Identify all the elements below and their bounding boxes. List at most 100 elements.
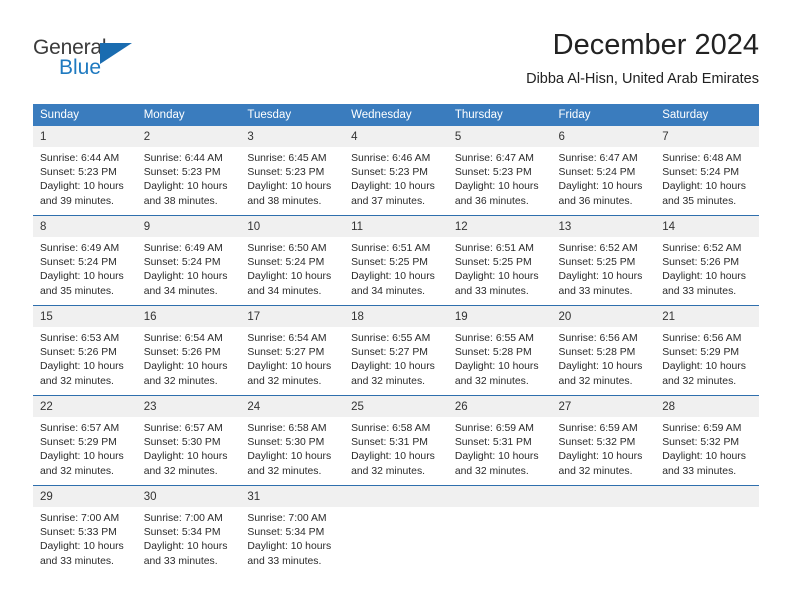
calendar-day-cell[interactable]: 9 Sunrise: 6:49 AM Sunset: 5:24 PM Daylight… <box>136 215 241 306</box>
day-cell-inner: 17 Sunrise: 6:54 AM Sunset: 5:27 PM Dayligh… <box>240 306 345 395</box>
daylight-text-line2: and 33 minutes. <box>40 555 114 567</box>
day-number: 16 <box>136 306 241 327</box>
calendar-day-cell[interactable]: 24 Sunrise: 6:58 AM Sunset: 5:30 PM Dayligh… <box>240 395 345 486</box>
weekday-header-friday: Friday <box>551 104 656 126</box>
generalblue-logo[interactable]: General Blue <box>33 36 153 82</box>
calendar-day-cell[interactable]: 2 Sunrise: 6:44 AM Sunset: 5:23 PM Daylight… <box>136 126 241 216</box>
day-details <box>552 507 656 512</box>
day-details: Sunrise: 6:47 AM Sunset: 5:23 PM Daylight:… <box>448 147 552 209</box>
sunset-text: Sunset: 5:24 PM <box>247 257 325 269</box>
sunrise-text: Sunrise: 6:54 AM <box>143 333 223 344</box>
daylight-text-line1: Daylight: 10 hours <box>454 451 539 463</box>
calendar-week-row: 1 Sunrise: 6:44 AM Sunset: 5:23 PM Daylight… <box>33 126 759 216</box>
daylight-text-line2: and 32 minutes. <box>143 465 218 477</box>
daylight-text-line1: Daylight: 10 hours <box>662 271 746 283</box>
day-details: Sunrise: 7:00 AM Sunset: 5:34 PM Daylight:… <box>240 507 344 569</box>
weekday-header-wednesday: Wednesday <box>344 104 448 126</box>
calendar-day-cell[interactable]: 21 Sunrise: 6:56 AM Sunset: 5:29 PM Dayligh… <box>655 305 759 396</box>
daylight-text-line2: and 32 minutes. <box>351 375 426 387</box>
sunset-text: Sunset: 5:26 PM <box>662 257 740 269</box>
day-details <box>655 507 759 512</box>
weekday-header-thursday: Thursday <box>447 104 552 126</box>
daylight-text-line1: Daylight: 10 hours <box>40 361 124 373</box>
calendar-day-cell[interactable]: 1 Sunrise: 6:44 AM Sunset: 5:23 PM Daylight… <box>33 126 137 216</box>
calendar-day-cell[interactable]: 17 Sunrise: 6:54 AM Sunset: 5:27 PM Dayligh… <box>240 305 345 396</box>
daylight-text-line2: and 33 minutes. <box>143 555 218 567</box>
day-number: 21 <box>655 306 759 327</box>
sunrise-text: Sunrise: 6:55 AM <box>454 333 534 344</box>
calendar-day-cell[interactable]: 31 Sunrise: 7:00 AM Sunset: 5:34 PM Dayligh… <box>240 485 345 575</box>
calendar-day-cell[interactable]: 26 Sunrise: 6:59 AM Sunset: 5:31 PM Dayligh… <box>447 395 552 486</box>
day-details: Sunrise: 6:54 AM Sunset: 5:26 PM Daylight:… <box>137 327 241 389</box>
daylight-text-line2: and 37 minutes. <box>351 195 426 207</box>
daylight-text-line2: and 36 minutes. <box>558 195 633 207</box>
sunset-text: Sunset: 5:31 PM <box>454 437 532 449</box>
calendar-day-cell[interactable]: 8 Sunrise: 6:49 AM Sunset: 5:24 PM Daylight… <box>33 215 137 306</box>
daylight-text-line1: Daylight: 10 hours <box>662 181 746 193</box>
calendar-day-cell[interactable]: 13 Sunrise: 6:52 AM Sunset: 5:25 PM Dayligh… <box>551 215 656 306</box>
day-number: 14 <box>655 216 759 237</box>
day-cell-inner: 15 Sunrise: 6:53 AM Sunset: 5:26 PM Dayligh… <box>33 306 137 395</box>
calendar-day-cell[interactable]: 20 Sunrise: 6:56 AM Sunset: 5:28 PM Dayligh… <box>551 305 656 396</box>
day-number: 10 <box>240 216 345 237</box>
daylight-text-line1: Daylight: 10 hours <box>351 451 435 463</box>
daylight-text-line2: and 34 minutes. <box>143 285 218 297</box>
calendar-day-cell[interactable]: 7 Sunrise: 6:48 AM Sunset: 5:24 PM Daylight… <box>655 126 759 216</box>
sunrise-text: Sunrise: 6:49 AM <box>40 243 120 254</box>
day-cell-inner: 30 Sunrise: 7:00 AM Sunset: 5:34 PM Dayligh… <box>136 486 241 575</box>
daylight-text-line2: and 32 minutes. <box>247 375 322 387</box>
sunset-text: Sunset: 5:24 PM <box>558 167 636 179</box>
calendar-page: General Blue December 2024 Dibba Al-Hisn… <box>0 0 792 612</box>
day-details: Sunrise: 6:47 AM Sunset: 5:24 PM Daylight:… <box>552 147 656 209</box>
daylight-text-line1: Daylight: 10 hours <box>40 271 124 283</box>
day-details: Sunrise: 6:45 AM Sunset: 5:23 PM Daylight:… <box>240 147 344 209</box>
day-cell-inner: 2 Sunrise: 6:44 AM Sunset: 5:23 PM Daylight… <box>136 126 241 215</box>
calendar-day-cell[interactable]: 23 Sunrise: 6:57 AM Sunset: 5:30 PM Dayligh… <box>136 395 241 486</box>
sunset-text: Sunset: 5:23 PM <box>247 167 325 179</box>
calendar-day-cell[interactable]: 5 Sunrise: 6:47 AM Sunset: 5:23 PM Daylight… <box>447 126 552 216</box>
day-cell-inner: 27 Sunrise: 6:59 AM Sunset: 5:32 PM Dayligh… <box>551 396 656 485</box>
calendar-day-cell[interactable]: 12 Sunrise: 6:51 AM Sunset: 5:25 PM Dayligh… <box>447 215 552 306</box>
daylight-text-line1: Daylight: 10 hours <box>351 181 435 193</box>
day-number <box>551 486 656 507</box>
calendar-day-cell[interactable]: 14 Sunrise: 6:52 AM Sunset: 5:26 PM Dayligh… <box>655 215 759 306</box>
calendar-day-cell[interactable]: 6 Sunrise: 6:47 AM Sunset: 5:24 PM Daylight… <box>551 126 656 216</box>
calendar-day-cell[interactable]: 11 Sunrise: 6:51 AM Sunset: 5:25 PM Dayligh… <box>344 215 448 306</box>
calendar-cell-empty <box>447 485 552 575</box>
calendar-day-cell[interactable]: 3 Sunrise: 6:45 AM Sunset: 5:23 PM Daylight… <box>240 126 345 216</box>
day-number: 7 <box>655 126 759 147</box>
sunset-text: Sunset: 5:33 PM <box>40 527 117 539</box>
day-cell-inner: 18 Sunrise: 6:55 AM Sunset: 5:27 PM Dayligh… <box>344 306 448 395</box>
calendar-day-cell[interactable]: 19 Sunrise: 6:55 AM Sunset: 5:28 PM Dayligh… <box>447 305 552 396</box>
day-cell-inner: 29 Sunrise: 7:00 AM Sunset: 5:33 PM Dayligh… <box>33 486 137 575</box>
calendar-day-cell[interactable]: 27 Sunrise: 6:59 AM Sunset: 5:32 PM Dayligh… <box>551 395 656 486</box>
calendar-day-cell[interactable]: 16 Sunrise: 6:54 AM Sunset: 5:26 PM Dayligh… <box>136 305 241 396</box>
calendar-day-cell[interactable]: 10 Sunrise: 6:50 AM Sunset: 5:24 PM Dayligh… <box>240 215 345 306</box>
calendar-day-cell[interactable]: 22 Sunrise: 6:57 AM Sunset: 5:29 PM Dayligh… <box>33 395 137 486</box>
calendar-day-cell[interactable]: 25 Sunrise: 6:58 AM Sunset: 5:31 PM Dayligh… <box>344 395 448 486</box>
day-cell-inner: 25 Sunrise: 6:58 AM Sunset: 5:31 PM Dayligh… <box>344 396 448 485</box>
daylight-text-line2: and 35 minutes. <box>40 285 114 297</box>
daylight-text-line1: Daylight: 10 hours <box>247 541 332 553</box>
daylight-text-line2: and 32 minutes. <box>662 375 737 387</box>
day-cell-inner <box>551 486 656 575</box>
daylight-text-line1: Daylight: 10 hours <box>558 271 643 283</box>
calendar-body: 1 Sunrise: 6:44 AM Sunset: 5:23 PM Daylight… <box>33 126 759 575</box>
day-cell-inner: 14 Sunrise: 6:52 AM Sunset: 5:26 PM Dayligh… <box>655 216 759 305</box>
calendar-week-row: 22 Sunrise: 6:57 AM Sunset: 5:29 PM Dayligh… <box>33 395 759 486</box>
day-details: Sunrise: 6:55 AM Sunset: 5:27 PM Daylight:… <box>344 327 448 389</box>
page-header: General Blue December 2024 Dibba Al-Hisn… <box>0 0 792 100</box>
calendar-day-cell[interactable]: 18 Sunrise: 6:55 AM Sunset: 5:27 PM Dayligh… <box>344 305 448 396</box>
calendar-day-cell[interactable]: 29 Sunrise: 7:00 AM Sunset: 5:33 PM Dayligh… <box>33 485 137 575</box>
calendar-day-cell[interactable]: 30 Sunrise: 7:00 AM Sunset: 5:34 PM Dayligh… <box>136 485 241 575</box>
day-details: Sunrise: 6:58 AM Sunset: 5:30 PM Daylight:… <box>240 417 344 479</box>
day-number: 18 <box>344 306 448 327</box>
calendar-day-cell[interactable]: 4 Sunrise: 6:46 AM Sunset: 5:23 PM Daylight… <box>344 126 448 216</box>
daylight-text-line2: and 32 minutes. <box>40 465 114 477</box>
sunset-text: Sunset: 5:25 PM <box>558 257 636 269</box>
calendar-day-cell[interactable]: 28 Sunrise: 6:59 AM Sunset: 5:32 PM Dayligh… <box>655 395 759 486</box>
calendar-day-cell[interactable]: 15 Sunrise: 6:53 AM Sunset: 5:26 PM Dayligh… <box>33 305 137 396</box>
daylight-text-line1: Daylight: 10 hours <box>558 361 643 373</box>
day-number: 29 <box>33 486 137 507</box>
daylight-text-line2: and 38 minutes. <box>247 195 322 207</box>
